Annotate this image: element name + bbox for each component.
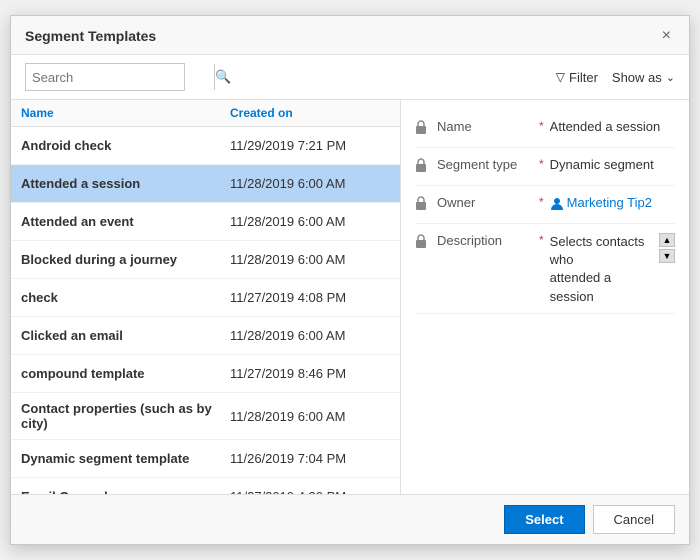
row-created: 11/27/2019 8:46 PM <box>230 366 390 381</box>
field-value-description: Selects contacts who attended a session▲… <box>550 233 675 306</box>
search-icon-button[interactable]: 🔍 <box>214 64 231 90</box>
detail-fields: Name*Attended a sessionSegment type*Dyna… <box>401 100 689 326</box>
field-label: Segment type <box>437 157 537 172</box>
list-item[interactable]: Blocked during a journey11/28/2019 6:00 … <box>11 241 400 279</box>
segment-templates-dialog: Segment Templates × 🔍 ▽ Filter Show as ⌄… <box>10 15 690 545</box>
row-created: 11/28/2019 6:00 AM <box>230 409 390 424</box>
col-name-header[interactable]: Name <box>21 106 230 120</box>
list-item[interactable]: Attended an event11/28/2019 6:00 AM <box>11 203 400 241</box>
field-label: Owner <box>437 195 537 210</box>
search-box: 🔍 <box>25 63 185 91</box>
footer: Select Cancel <box>11 494 689 544</box>
description-text: Selects contacts who attended a session <box>550 233 655 306</box>
row-name: Dynamic segment template <box>21 451 230 466</box>
col-created-header[interactable]: Created on <box>230 106 390 120</box>
list-panel: Name Created on Android check11/29/2019 … <box>11 100 401 494</box>
toolbar-right: ▽ Filter Show as ⌄ <box>556 70 675 85</box>
list-item[interactable]: Android check11/29/2019 7:21 PM <box>11 127 400 165</box>
field-row: Name* Attended a session <box>415 112 675 148</box>
field-lock-icon <box>415 234 433 251</box>
row-created: 11/28/2019 6:00 AM <box>230 176 390 191</box>
filter-label: Filter <box>569 70 598 85</box>
show-as-button[interactable]: Show as ⌄ <box>612 70 675 85</box>
description-scroll-down[interactable]: ▼ <box>659 249 675 263</box>
content-area: Name Created on Android check11/29/2019 … <box>11 100 689 494</box>
row-name: compound template <box>21 366 230 381</box>
field-row: Segment type* Dynamic segment <box>415 150 675 186</box>
row-created: 11/28/2019 6:00 AM <box>230 328 390 343</box>
field-required-marker: * <box>539 195 544 209</box>
field-value-text: Attended a session <box>550 119 675 134</box>
field-value-text: Dynamic segment <box>550 157 675 172</box>
list-item[interactable]: compound template11/27/2019 8:46 PM <box>11 355 400 393</box>
description-scroll-up[interactable]: ▲ <box>659 233 675 247</box>
field-label: Name <box>437 119 537 134</box>
list-body[interactable]: Android check11/29/2019 7:21 PMAttended … <box>11 127 400 494</box>
list-item[interactable]: Email Opened11/27/2019 4:30 PM <box>11 478 400 494</box>
list-item[interactable]: Contact properties (such as by city)11/2… <box>11 393 400 440</box>
detail-panel: Name*Attended a sessionSegment type*Dyna… <box>401 100 689 494</box>
row-created: 11/29/2019 7:21 PM <box>230 138 390 153</box>
field-lock-icon <box>415 120 433 137</box>
show-as-icon: ⌄ <box>666 71 675 84</box>
person-icon <box>550 195 567 210</box>
field-required-marker: * <box>539 233 544 247</box>
row-created: 11/28/2019 6:00 AM <box>230 252 390 267</box>
field-lock-icon <box>415 158 433 175</box>
field-lock-icon <box>415 196 433 213</box>
show-as-label: Show as <box>612 70 662 85</box>
row-name: Clicked an email <box>21 328 230 343</box>
description-scroll-controls: ▲▼ <box>659 233 675 263</box>
filter-button[interactable]: ▽ Filter <box>556 70 598 85</box>
select-button[interactable]: Select <box>504 505 584 534</box>
field-value-link[interactable]: Marketing Tip2 <box>550 195 675 211</box>
close-button[interactable]: × <box>658 26 675 46</box>
toolbar: 🔍 ▽ Filter Show as ⌄ <box>11 55 689 100</box>
row-name: Android check <box>21 138 230 153</box>
row-name: Attended an event <box>21 214 230 229</box>
filter-icon: ▽ <box>556 70 565 84</box>
dialog-header: Segment Templates × <box>11 16 689 55</box>
list-header: Name Created on <box>11 100 400 127</box>
field-row: Owner* Marketing Tip2 <box>415 188 675 224</box>
list-item[interactable]: Clicked an email11/28/2019 6:00 AM <box>11 317 400 355</box>
cancel-button[interactable]: Cancel <box>593 505 675 534</box>
field-required-marker: * <box>539 119 544 133</box>
search-input[interactable] <box>26 68 214 87</box>
dialog-title: Segment Templates <box>25 28 156 44</box>
row-created: 11/28/2019 6:00 AM <box>230 214 390 229</box>
row-name: Blocked during a journey <box>21 252 230 267</box>
list-item[interactable]: Dynamic segment template11/26/2019 7:04 … <box>11 440 400 478</box>
row-name: Attended a session <box>21 176 230 191</box>
list-item[interactable]: Attended a session11/28/2019 6:00 AM <box>11 165 400 203</box>
row-name: check <box>21 290 230 305</box>
field-required-marker: * <box>539 157 544 171</box>
field-row: Description* Selects contacts who attende… <box>415 226 675 314</box>
row-created: 11/27/2019 4:08 PM <box>230 290 390 305</box>
row-created: 11/26/2019 7:04 PM <box>230 451 390 466</box>
row-name: Contact properties (such as by city) <box>21 401 230 431</box>
list-item[interactable]: check11/27/2019 4:08 PM <box>11 279 400 317</box>
field-label: Description <box>437 233 537 248</box>
